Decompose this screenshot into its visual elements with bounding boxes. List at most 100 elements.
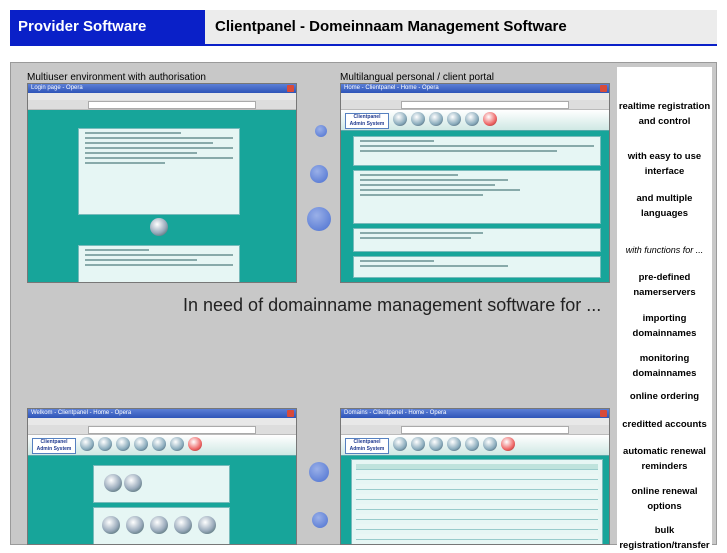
welcome-icon xyxy=(104,474,122,492)
transfer-icon xyxy=(465,112,479,126)
table-row xyxy=(356,534,598,540)
center-tagline: In need of domainname management softwar… xyxy=(183,295,602,315)
user-icon xyxy=(447,437,461,451)
window-title: Home - Clientpanel - Home - Opera xyxy=(344,85,439,91)
domains-icon xyxy=(98,437,112,451)
support-icon xyxy=(170,437,184,451)
close-icon xyxy=(600,410,607,417)
action-icon xyxy=(174,516,192,534)
home-icon xyxy=(393,112,407,126)
statistics-panel xyxy=(353,170,601,224)
window-titlebar: Domains - Clientpanel - Home - Opera xyxy=(341,409,609,418)
update-icon xyxy=(124,474,142,492)
window-titlebar: Welkom - Clientpanel - Home - Opera xyxy=(28,409,296,418)
settings-icon xyxy=(429,112,443,126)
login-screenshot: Login page - Opera xyxy=(27,83,297,283)
feature-list: realtime registration and control with e… xyxy=(617,67,712,551)
domains-table xyxy=(351,459,603,544)
welcome-panel xyxy=(93,465,230,503)
url-field xyxy=(401,101,569,109)
domains-icon xyxy=(411,112,425,126)
address-bar xyxy=(28,100,296,110)
transfer-icon xyxy=(152,437,166,451)
home-icon xyxy=(80,437,94,451)
welcome-screenshot: Welkom - Clientpanel - Home - Opera Clie… xyxy=(27,408,297,545)
teal-background: Clientpanel Admin System xyxy=(341,435,609,544)
table-row xyxy=(356,474,598,480)
caption-top-left: Multiuser environment with authorisation xyxy=(27,72,206,83)
feature-item: creditted accounts xyxy=(622,419,707,430)
table-row xyxy=(356,484,598,490)
quick-actions-panel xyxy=(93,507,230,544)
user-icon xyxy=(134,437,148,451)
feature-item: online renewal options xyxy=(631,486,698,512)
close-icon xyxy=(287,85,294,92)
feature-item: pre-defined namerservers xyxy=(633,272,696,298)
close-icon xyxy=(287,410,294,417)
close-icon xyxy=(600,85,607,92)
window-title: Domains - Clientpanel - Home - Opera xyxy=(344,410,447,416)
url-field xyxy=(401,426,569,434)
table-row xyxy=(356,514,598,520)
table-row xyxy=(356,494,598,500)
address-bar xyxy=(28,425,296,435)
feature-item: importing domainnames xyxy=(632,313,697,339)
feature-item: and multiple languages xyxy=(636,193,693,219)
clientpanel-title: Clientpanel - Domeinnaam Management Soft… xyxy=(205,10,717,44)
address-bar xyxy=(341,425,609,435)
url-field xyxy=(88,426,256,434)
url-field xyxy=(88,101,256,109)
logout-icon xyxy=(483,112,497,126)
support-icon xyxy=(483,437,497,451)
menubar xyxy=(28,418,296,425)
table-row xyxy=(356,524,598,530)
links-panel xyxy=(353,228,601,252)
user-icon xyxy=(447,112,461,126)
teal-background: Clientpanel Admin System xyxy=(28,435,296,544)
action-icon xyxy=(150,516,168,534)
helpdesk-panel xyxy=(353,256,601,278)
provider-software-title: Provider Software xyxy=(10,10,205,44)
window-title: Welkom - Clientpanel - Home - Opera xyxy=(31,410,132,416)
feature-item: with functions for ... xyxy=(625,245,704,255)
app-logo: Clientpanel Admin System xyxy=(32,438,76,454)
feature-item: monitoring domainnames xyxy=(632,353,697,379)
action-icon xyxy=(126,516,144,534)
bubble-icon xyxy=(310,165,328,183)
news-panel xyxy=(353,136,601,166)
menubar xyxy=(341,418,609,425)
feature-item: bulk registration/transfer xyxy=(619,525,710,551)
bubble-icon xyxy=(315,125,327,137)
feature-item: online ordering xyxy=(629,391,700,402)
feature-item: realtime registration and control xyxy=(618,101,711,127)
teal-background: Clientpanel Admin System xyxy=(341,110,609,282)
teal-background xyxy=(28,110,296,282)
home-icon xyxy=(393,437,407,451)
menubar xyxy=(28,93,296,100)
address-bar xyxy=(341,100,609,110)
app-toolbar: Clientpanel Admin System xyxy=(28,435,296,456)
window-titlebar: Home - Clientpanel - Home - Opera xyxy=(341,84,609,93)
page-header: Provider Software Clientpanel - Domeinna… xyxy=(10,10,717,44)
app-toolbar: Clientpanel Admin System xyxy=(341,110,609,131)
caption-top-right: Multilangual personal / client portal xyxy=(340,72,494,83)
table-row xyxy=(356,504,598,510)
window-title: Login page - Opera xyxy=(31,85,83,91)
settings-icon xyxy=(429,437,443,451)
table-header xyxy=(356,464,598,470)
action-icon xyxy=(102,516,120,534)
settings-icon xyxy=(116,437,130,451)
app-toolbar: Clientpanel Admin System xyxy=(341,435,609,456)
domains-icon xyxy=(411,437,425,451)
transfer-icon xyxy=(465,437,479,451)
app-logo: Clientpanel Admin System xyxy=(345,438,389,454)
bubble-icon xyxy=(307,207,331,231)
menubar xyxy=(341,93,609,100)
feature-item: with easy to use interface xyxy=(627,151,702,177)
logout-icon xyxy=(188,437,202,451)
bubble-icon xyxy=(312,512,328,528)
forgot-password-panel xyxy=(78,245,240,282)
window-titlebar: Login page - Opera xyxy=(28,84,296,93)
app-logo: Clientpanel Admin System xyxy=(345,113,389,129)
logout-icon xyxy=(501,437,515,451)
